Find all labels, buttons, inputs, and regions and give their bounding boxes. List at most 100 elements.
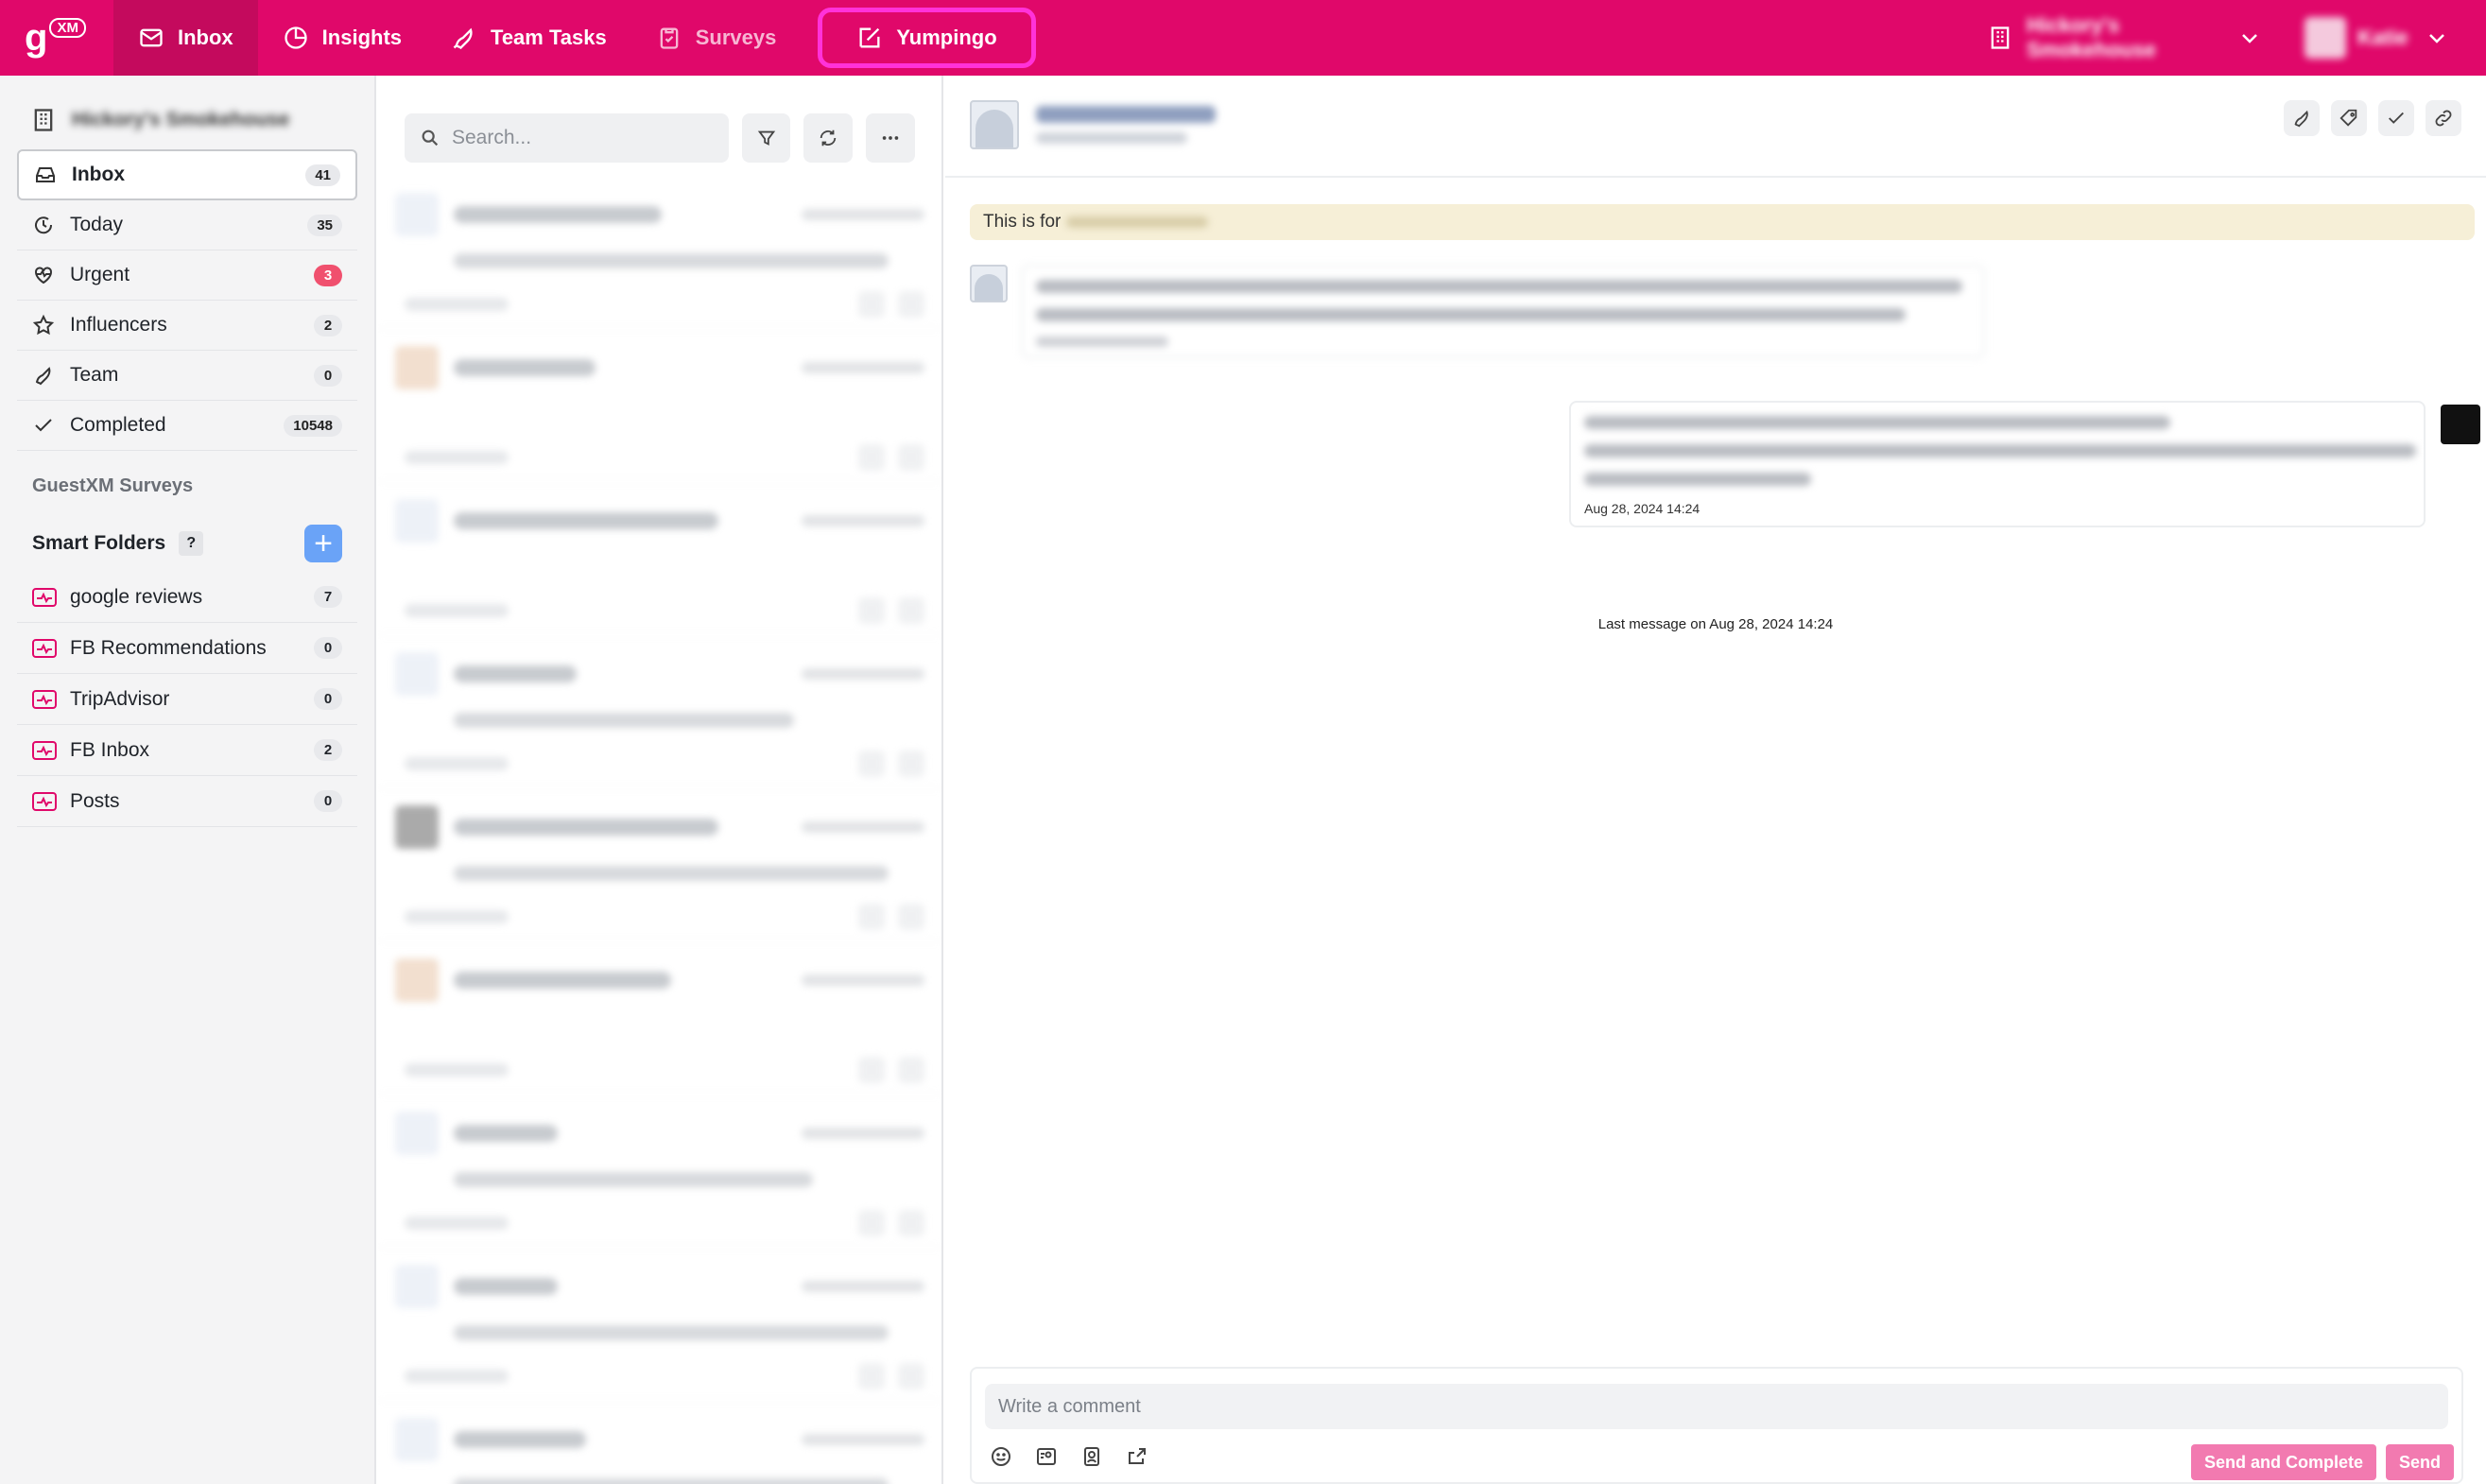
- nav-tab-insights[interactable]: Insights: [258, 0, 426, 76]
- sidebar: Hickory's Smokehouse Inbox 41 Today 35 U…: [0, 76, 376, 1484]
- link-button[interactable]: [2426, 100, 2461, 136]
- logo-badge: XM: [49, 17, 86, 38]
- conversation-item[interactable]: [378, 1401, 941, 1484]
- nav-tab-label: Yumpingo: [896, 26, 997, 49]
- more-options-button[interactable]: [866, 113, 916, 163]
- nav-tab-team-tasks[interactable]: Team Tasks: [426, 0, 631, 76]
- app-root: g XM Inbox Insights Team Tasks Surveys Y…: [0, 0, 2486, 1484]
- sidebar-item-inbox[interactable]: Inbox 41: [17, 149, 357, 200]
- outgoing-message: Aug 28, 2024 14:24: [1569, 401, 2480, 527]
- count-badge: 0: [314, 688, 342, 710]
- check-icon: [32, 413, 57, 438]
- location-notice: This is for: [970, 204, 2475, 240]
- filter-button[interactable]: [741, 113, 791, 163]
- add-smart-folder-button[interactable]: +: [304, 525, 342, 562]
- mail-icon: [140, 28, 163, 47]
- smart-folder-fb-recommendations[interactable]: FB Recommendations 0: [17, 623, 357, 674]
- sidebar-item-today[interactable]: Today 35: [17, 200, 357, 250]
- send-and-complete-button[interactable]: Send and Complete: [2191, 1444, 2377, 1480]
- gxm-logo[interactable]: g XM: [0, 0, 113, 76]
- star-icon: [32, 313, 57, 337]
- message-text: [1584, 416, 2416, 486]
- notice-location-name: [1066, 216, 1209, 228]
- smart-folders-header: Smart Folders ? +: [0, 515, 374, 572]
- tag-icon: [2339, 109, 2357, 127]
- rocket-icon: [453, 27, 473, 50]
- conversation-item[interactable]: [378, 941, 941, 1095]
- conversation-item[interactable]: [378, 482, 941, 635]
- conversation-item[interactable]: [378, 635, 941, 788]
- chevron-down-icon: [2242, 34, 2257, 43]
- conversation-item[interactable]: [378, 176, 941, 329]
- nav-right: Hickory's Smokehouse Katie: [1953, 0, 2486, 76]
- count-badge: 7: [314, 586, 342, 608]
- inbox-icon: [34, 163, 59, 187]
- image-template-icon[interactable]: [1034, 1444, 1059, 1469]
- count-badge: 2: [314, 739, 342, 761]
- sidebar-item-label: Today: [70, 214, 124, 235]
- sidebar-item-influencers[interactable]: Influencers 2: [17, 301, 357, 351]
- sidebar-brand: Hickory's Smokehouse: [0, 76, 374, 149]
- complete-button[interactable]: [2378, 100, 2414, 136]
- smart-folder-posts[interactable]: Posts 0: [17, 776, 357, 827]
- smart-folder-fb-inbox[interactable]: FB Inbox 2: [17, 725, 357, 776]
- brand-avatar: [2441, 405, 2480, 444]
- refresh-button[interactable]: [803, 113, 854, 163]
- nav-tab-yumpingo[interactable]: Yumpingo: [818, 8, 1036, 68]
- surveys-section-link[interactable]: GuestXM Surveys: [0, 451, 374, 504]
- org-selector[interactable]: Hickory's Smokehouse: [1953, 13, 2295, 62]
- count-badge: 0: [314, 790, 342, 812]
- more-horizontal-icon: [882, 136, 899, 140]
- avatar: [2305, 17, 2346, 59]
- folder-pulse-icon: [32, 587, 59, 608]
- nav-tab-surveys[interactable]: Surveys: [631, 0, 802, 76]
- avatar: [970, 265, 1008, 302]
- sidebar-item-urgent[interactable]: Urgent 3: [17, 250, 357, 301]
- sidebar-item-completed[interactable]: Completed 10548: [17, 401, 357, 451]
- user-menu[interactable]: Katie: [2295, 17, 2486, 59]
- rocket-icon: [32, 363, 57, 388]
- count-badge: 2: [314, 314, 342, 336]
- conversation-item[interactable]: [378, 1095, 941, 1248]
- filter-icon: [757, 130, 775, 146]
- nav-tab-label: Surveys: [695, 26, 777, 49]
- check-icon: [2389, 112, 2404, 124]
- sidebar-item-label: Completed: [70, 414, 166, 436]
- smart-folder-label: Posts: [70, 789, 120, 812]
- nav-tab-inbox[interactable]: Inbox: [113, 0, 258, 76]
- smart-folder-tripadvisor[interactable]: TripAdvisor 0: [17, 674, 357, 725]
- message-bubble: [1021, 265, 1985, 358]
- send-button[interactable]: Send: [2386, 1444, 2455, 1480]
- smart-folder-label: FB Recommendations: [70, 636, 267, 659]
- conversation-item[interactable]: [378, 329, 941, 482]
- clipboard-icon: [660, 27, 679, 49]
- header-actions: [2284, 100, 2461, 136]
- refresh-icon: [820, 129, 837, 147]
- share-icon[interactable]: [1125, 1444, 1149, 1469]
- search-input[interactable]: Search...: [452, 127, 531, 149]
- sidebar-item-team[interactable]: Team 0: [17, 351, 357, 401]
- user-name: Katie: [2357, 26, 2408, 49]
- avatar: [970, 100, 1019, 149]
- count-badge: 41: [305, 164, 340, 186]
- heart-pulse-icon: [32, 263, 57, 287]
- chevron-down-icon: [2429, 34, 2444, 43]
- contact-info[interactable]: [1036, 100, 1216, 144]
- comment-input[interactable]: [985, 1384, 2448, 1429]
- sidebar-item-label: Inbox: [72, 164, 125, 185]
- sidebar-item-label: Team: [70, 364, 119, 386]
- sidebar-brand-name: Hickory's Smokehouse: [72, 109, 290, 130]
- edit-icon: [859, 27, 880, 48]
- conversation-list: Search...: [378, 76, 943, 1484]
- conversation-item[interactable]: [378, 788, 941, 941]
- conversation-item[interactable]: [378, 1248, 941, 1401]
- emoji-icon[interactable]: [989, 1444, 1013, 1469]
- help-icon[interactable]: ?: [179, 531, 204, 556]
- clock-icon: [32, 213, 57, 237]
- tag-button[interactable]: [2331, 100, 2367, 136]
- org-name: Hickory's Smokehouse: [2027, 13, 2156, 61]
- search-box[interactable]: Search...: [405, 113, 729, 163]
- contact-card-icon[interactable]: [1079, 1444, 1104, 1469]
- assign-team-button[interactable]: [2284, 100, 2320, 136]
- smart-folder-google-reviews[interactable]: google reviews 7: [17, 572, 357, 623]
